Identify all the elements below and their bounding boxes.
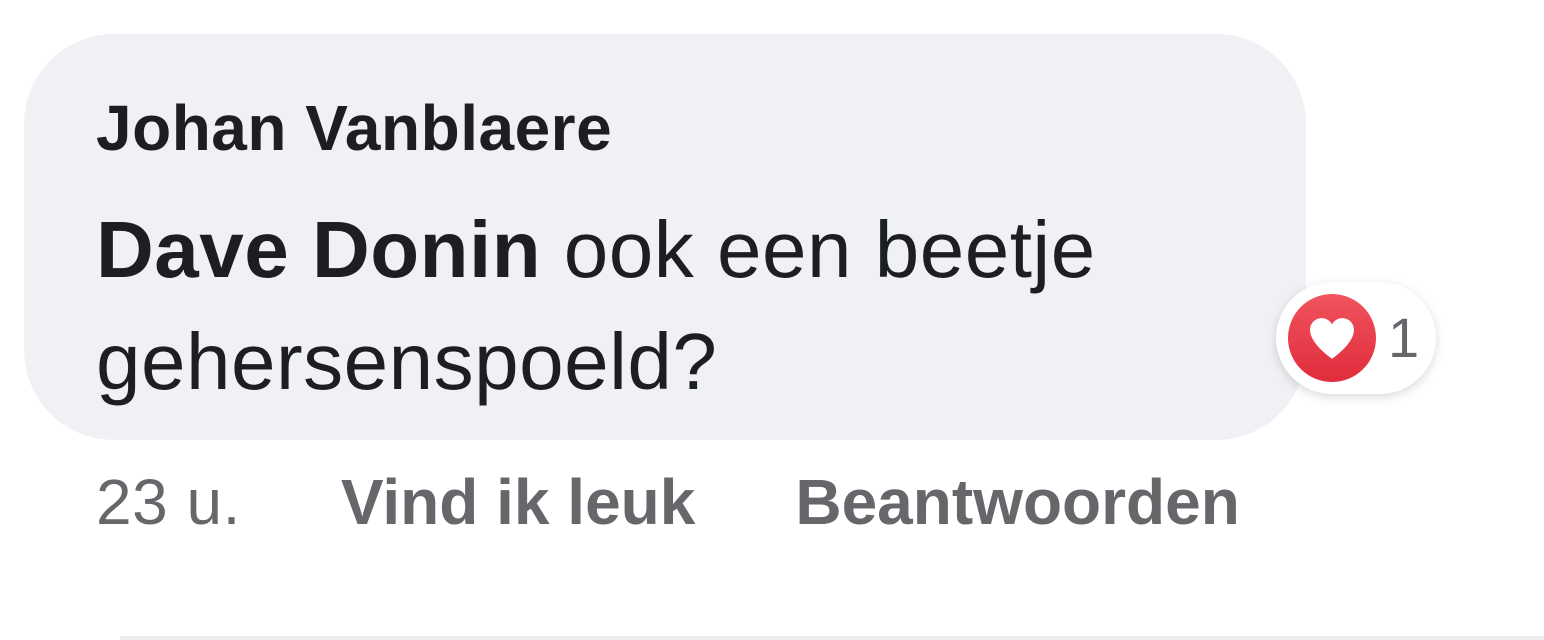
reaction-count: 1 — [1388, 306, 1420, 369]
comment-timestamp[interactable]: 23 u. — [96, 465, 241, 539]
like-button[interactable]: Vind ik leuk — [341, 465, 696, 539]
comment-author[interactable]: Johan Vanblaere — [96, 90, 612, 166]
divider — [120, 636, 1544, 640]
mention-link[interactable]: Dave Donin — [96, 205, 541, 294]
comment-actions: 23 u. Vind ik leuk Beantwoorden — [96, 462, 1240, 542]
reaction-badge[interactable]: 1 — [1276, 282, 1436, 394]
reply-button[interactable]: Beantwoorden — [795, 465, 1239, 539]
heart-icon — [1288, 294, 1376, 382]
comment-text: Dave Donin ook een beetje gehersenspoeld… — [96, 194, 1276, 418]
